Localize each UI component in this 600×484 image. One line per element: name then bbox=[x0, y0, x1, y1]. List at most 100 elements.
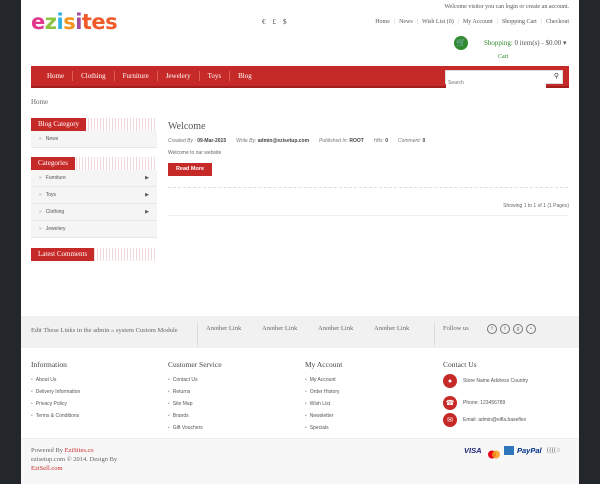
another-link-3[interactable]: Another Link bbox=[318, 325, 353, 332]
hits-value: 0 bbox=[385, 138, 388, 144]
powered-brand-link[interactable]: EziSites.co bbox=[65, 447, 94, 454]
pagination-text: Showing 1 to 1 of 1 (1 Pages) bbox=[503, 203, 569, 209]
footer-link[interactable]: Gift Vouchers bbox=[168, 422, 222, 434]
email-text[interactable]: Email: admin@eifla.baseflex bbox=[463, 417, 526, 423]
paypal-logo: PayPal bbox=[517, 446, 542, 455]
currency-euro[interactable]: € bbox=[262, 18, 266, 26]
currency-dollar[interactable]: $ bbox=[283, 18, 287, 26]
information-heading: Information bbox=[31, 360, 67, 369]
contactless-icon: ((((○ bbox=[547, 446, 561, 454]
footer-link[interactable]: Terms & Conditions bbox=[31, 410, 80, 422]
footer-link[interactable]: Order History bbox=[305, 386, 342, 398]
nav-toys[interactable]: Toys bbox=[200, 71, 231, 81]
or-text: or bbox=[519, 4, 525, 10]
article-body: Welcome to our website bbox=[168, 150, 222, 156]
google-plus-icon[interactable]: g bbox=[513, 324, 523, 334]
meta-created: Created By : 09-Mar-2015 bbox=[168, 138, 226, 144]
footer-link[interactable]: Site Map bbox=[168, 398, 222, 410]
category-label: Jewelery bbox=[45, 226, 66, 232]
toplink-news[interactable]: News bbox=[399, 19, 413, 25]
designer-link[interactable]: EziSell.com bbox=[31, 465, 63, 472]
toplink-shopping-cart[interactable]: Shopping Cart bbox=[502, 19, 537, 25]
footer-link[interactable]: Privacy Policy bbox=[31, 398, 80, 410]
blog-category-item[interactable]: » News bbox=[31, 131, 157, 148]
category-item-clothing[interactable]: » Clothing ▶ bbox=[31, 204, 157, 221]
another-link-1[interactable]: Another Link bbox=[206, 325, 241, 332]
published-value: ROOT bbox=[349, 138, 364, 144]
create-account-link[interactable]: create an account bbox=[526, 4, 568, 10]
footer-link[interactable]: Specials bbox=[305, 422, 342, 434]
category-label: Furniture bbox=[45, 175, 66, 181]
divider bbox=[168, 215, 568, 216]
contact-address: ● Store Name Address Country bbox=[443, 374, 528, 388]
category-item-toys[interactable]: » Toys ▶ bbox=[31, 187, 157, 204]
another-link-2[interactable]: Another Link bbox=[262, 325, 297, 332]
welcome-text: Welcome visitor you can bbox=[444, 4, 505, 10]
category-item-jewelery[interactable]: » Jewelery bbox=[31, 221, 157, 238]
footer-link[interactable]: About Us bbox=[31, 374, 80, 386]
copyright-text: ezisetup.com © 2014. Design By bbox=[31, 456, 118, 463]
cart-label[interactable]: Cart bbox=[498, 54, 508, 60]
read-more-button[interactable]: Read More bbox=[168, 163, 212, 176]
author-value: admin@ezisetup.com bbox=[257, 138, 310, 144]
categories-title: Categories bbox=[31, 157, 75, 170]
hits-label: Hits: bbox=[373, 138, 384, 144]
footer-link[interactable]: Newsletter bbox=[305, 410, 342, 422]
toplink-my-account[interactable]: My Account bbox=[463, 19, 493, 25]
toplink-home[interactable]: Home bbox=[375, 19, 390, 25]
triangle-right-icon: ▶ bbox=[145, 209, 149, 215]
footer-link[interactable]: Returns bbox=[168, 386, 222, 398]
main-nav: Home Clothing Furniture Jewelery Toys Bl… bbox=[31, 66, 569, 89]
cart-icon[interactable]: 🛒 bbox=[454, 36, 468, 50]
powered-by: Powered By EziSites.co ezisetup.com © 20… bbox=[31, 446, 117, 473]
nav-home[interactable]: Home bbox=[39, 71, 74, 81]
currency-pound[interactable]: £ bbox=[273, 18, 277, 26]
blog-category-label: News bbox=[45, 136, 59, 142]
login-link[interactable]: login bbox=[506, 4, 518, 10]
footer-link[interactable]: Brands bbox=[168, 410, 222, 422]
another-link-4[interactable]: Another Link bbox=[374, 325, 409, 332]
site-logo[interactable]: ezisites bbox=[31, 10, 118, 34]
contact-phone: ☎ Phone: 123456789 bbox=[443, 396, 505, 410]
envelope-icon: ✉ bbox=[443, 413, 457, 427]
triangle-right-icon: ▶ bbox=[145, 192, 149, 198]
cart-summary[interactable]: Shopping: 0 item(s) - $0.00 ▾ bbox=[484, 39, 566, 47]
welcome-message: Welcome visitor you can login or create … bbox=[444, 4, 569, 10]
nav-furniture[interactable]: Furniture bbox=[115, 71, 158, 81]
toplink-checkout[interactable]: Checkout bbox=[546, 19, 569, 25]
search-input[interactable] bbox=[446, 77, 546, 89]
page: ezisites € £ $ Welcome visitor you can l… bbox=[21, 0, 579, 484]
blog-category-box: Blog Category » News bbox=[31, 118, 157, 148]
search-icon[interactable]: ⚲ bbox=[554, 72, 559, 80]
footer-link[interactable]: Delivery Information bbox=[31, 386, 80, 398]
facebook-icon[interactable]: f bbox=[487, 324, 497, 334]
footer-link[interactable]: My Account bbox=[305, 374, 342, 386]
footer-link[interactable]: Wish List bbox=[305, 398, 342, 410]
divider bbox=[434, 322, 435, 346]
nav-jewelery[interactable]: Jewelery bbox=[158, 71, 200, 81]
flickr-icon[interactable]: • bbox=[526, 324, 536, 334]
phone-text: Phone: 123456789 bbox=[463, 400, 506, 406]
custom-module-text: Edit These Links in the admin » system C… bbox=[31, 327, 178, 334]
footer-information: Information About Us Delivery Informatio… bbox=[31, 360, 80, 422]
blog-category-header: Blog Category bbox=[31, 118, 157, 131]
contact-email: ✉ Email: admin@eifla.baseflex bbox=[443, 413, 526, 427]
currency-selector: € £ $ bbox=[262, 18, 287, 26]
footer-my-account: My Account My Account Order History Wish… bbox=[305, 360, 342, 434]
top-links: Home | News | Wish List (0) | My Account | S… bbox=[375, 19, 569, 25]
meta-published: Published In: ROOT bbox=[319, 138, 364, 144]
meta-comments: Comment: 0 bbox=[398, 138, 425, 144]
twitter-icon[interactable]: t bbox=[500, 324, 510, 334]
nav-blog[interactable]: Blog bbox=[230, 71, 260, 81]
nav-clothing[interactable]: Clothing bbox=[73, 71, 115, 81]
meta-hits: Hits: 0 bbox=[374, 138, 388, 144]
my-account-heading: My Account bbox=[305, 360, 343, 369]
created-label: Created By : bbox=[168, 138, 196, 144]
footer-link[interactable]: Contact Us bbox=[168, 374, 222, 386]
breadcrumb[interactable]: Home bbox=[31, 98, 48, 106]
customer-service-heading: Customer Service bbox=[168, 360, 222, 369]
toplink-wishlist[interactable]: Wish List (0) bbox=[422, 19, 454, 25]
article-title[interactable]: Welcome bbox=[168, 121, 206, 132]
categories-box: Categories » Furniture ▶ » Toys ▶ » Clothing ▶… bbox=[31, 157, 157, 238]
category-item-furniture[interactable]: » Furniture ▶ bbox=[31, 170, 157, 187]
